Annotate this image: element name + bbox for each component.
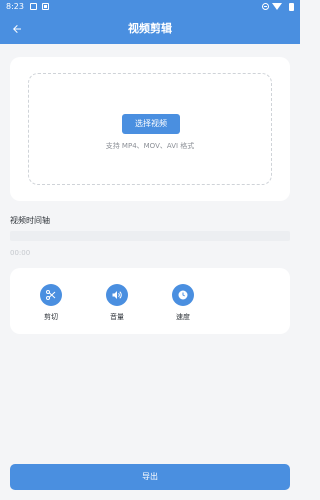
speed-tool-label: 速度 xyxy=(176,313,190,321)
wifi-icon xyxy=(272,3,282,10)
volume-tool-label: 音量 xyxy=(110,313,124,321)
battery-icon xyxy=(289,3,294,11)
timeline-track[interactable] xyxy=(10,231,290,241)
timeline-time: 00:00 xyxy=(10,249,31,257)
supported-formats-text: 支持 MP4、MOV、AVI 格式 xyxy=(105,142,195,150)
do-not-disturb-icon xyxy=(262,3,269,10)
export-button[interactable]: 导出 xyxy=(10,464,290,490)
page-title: 视频剪辑 xyxy=(128,22,172,35)
scissors-icon xyxy=(46,290,56,300)
timeline-label: 视频时间轴 xyxy=(10,216,50,225)
status-time: 8:23 xyxy=(6,2,24,11)
speed-tool-button[interactable]: 速度 xyxy=(163,284,203,322)
volume-tool-button[interactable]: 音量 xyxy=(97,284,137,322)
video-editor-screen: 8:23 视频剪辑 选择视频 支持 MP4、MOV、AVI 格式 视频时间轴 0… xyxy=(0,0,300,500)
image-icon xyxy=(30,3,37,10)
cut-tool-button[interactable]: 剪切 xyxy=(31,284,71,322)
cut-tool-label: 剪切 xyxy=(44,313,58,321)
status-bar: 8:23 xyxy=(0,0,300,14)
clock-icon xyxy=(178,290,188,300)
speed-tool-icon-circle xyxy=(172,284,194,306)
app-bar: 视频剪辑 xyxy=(0,14,300,44)
volume-tool-icon-circle xyxy=(106,284,128,306)
volume-icon xyxy=(112,291,122,299)
cut-tool-icon-circle xyxy=(40,284,62,306)
tools-card: 剪切 音量 速度 xyxy=(10,268,290,334)
select-video-button[interactable]: 选择视频 xyxy=(122,114,180,134)
top-bar: 8:23 视频剪辑 xyxy=(0,0,300,44)
download-icon xyxy=(42,3,49,10)
